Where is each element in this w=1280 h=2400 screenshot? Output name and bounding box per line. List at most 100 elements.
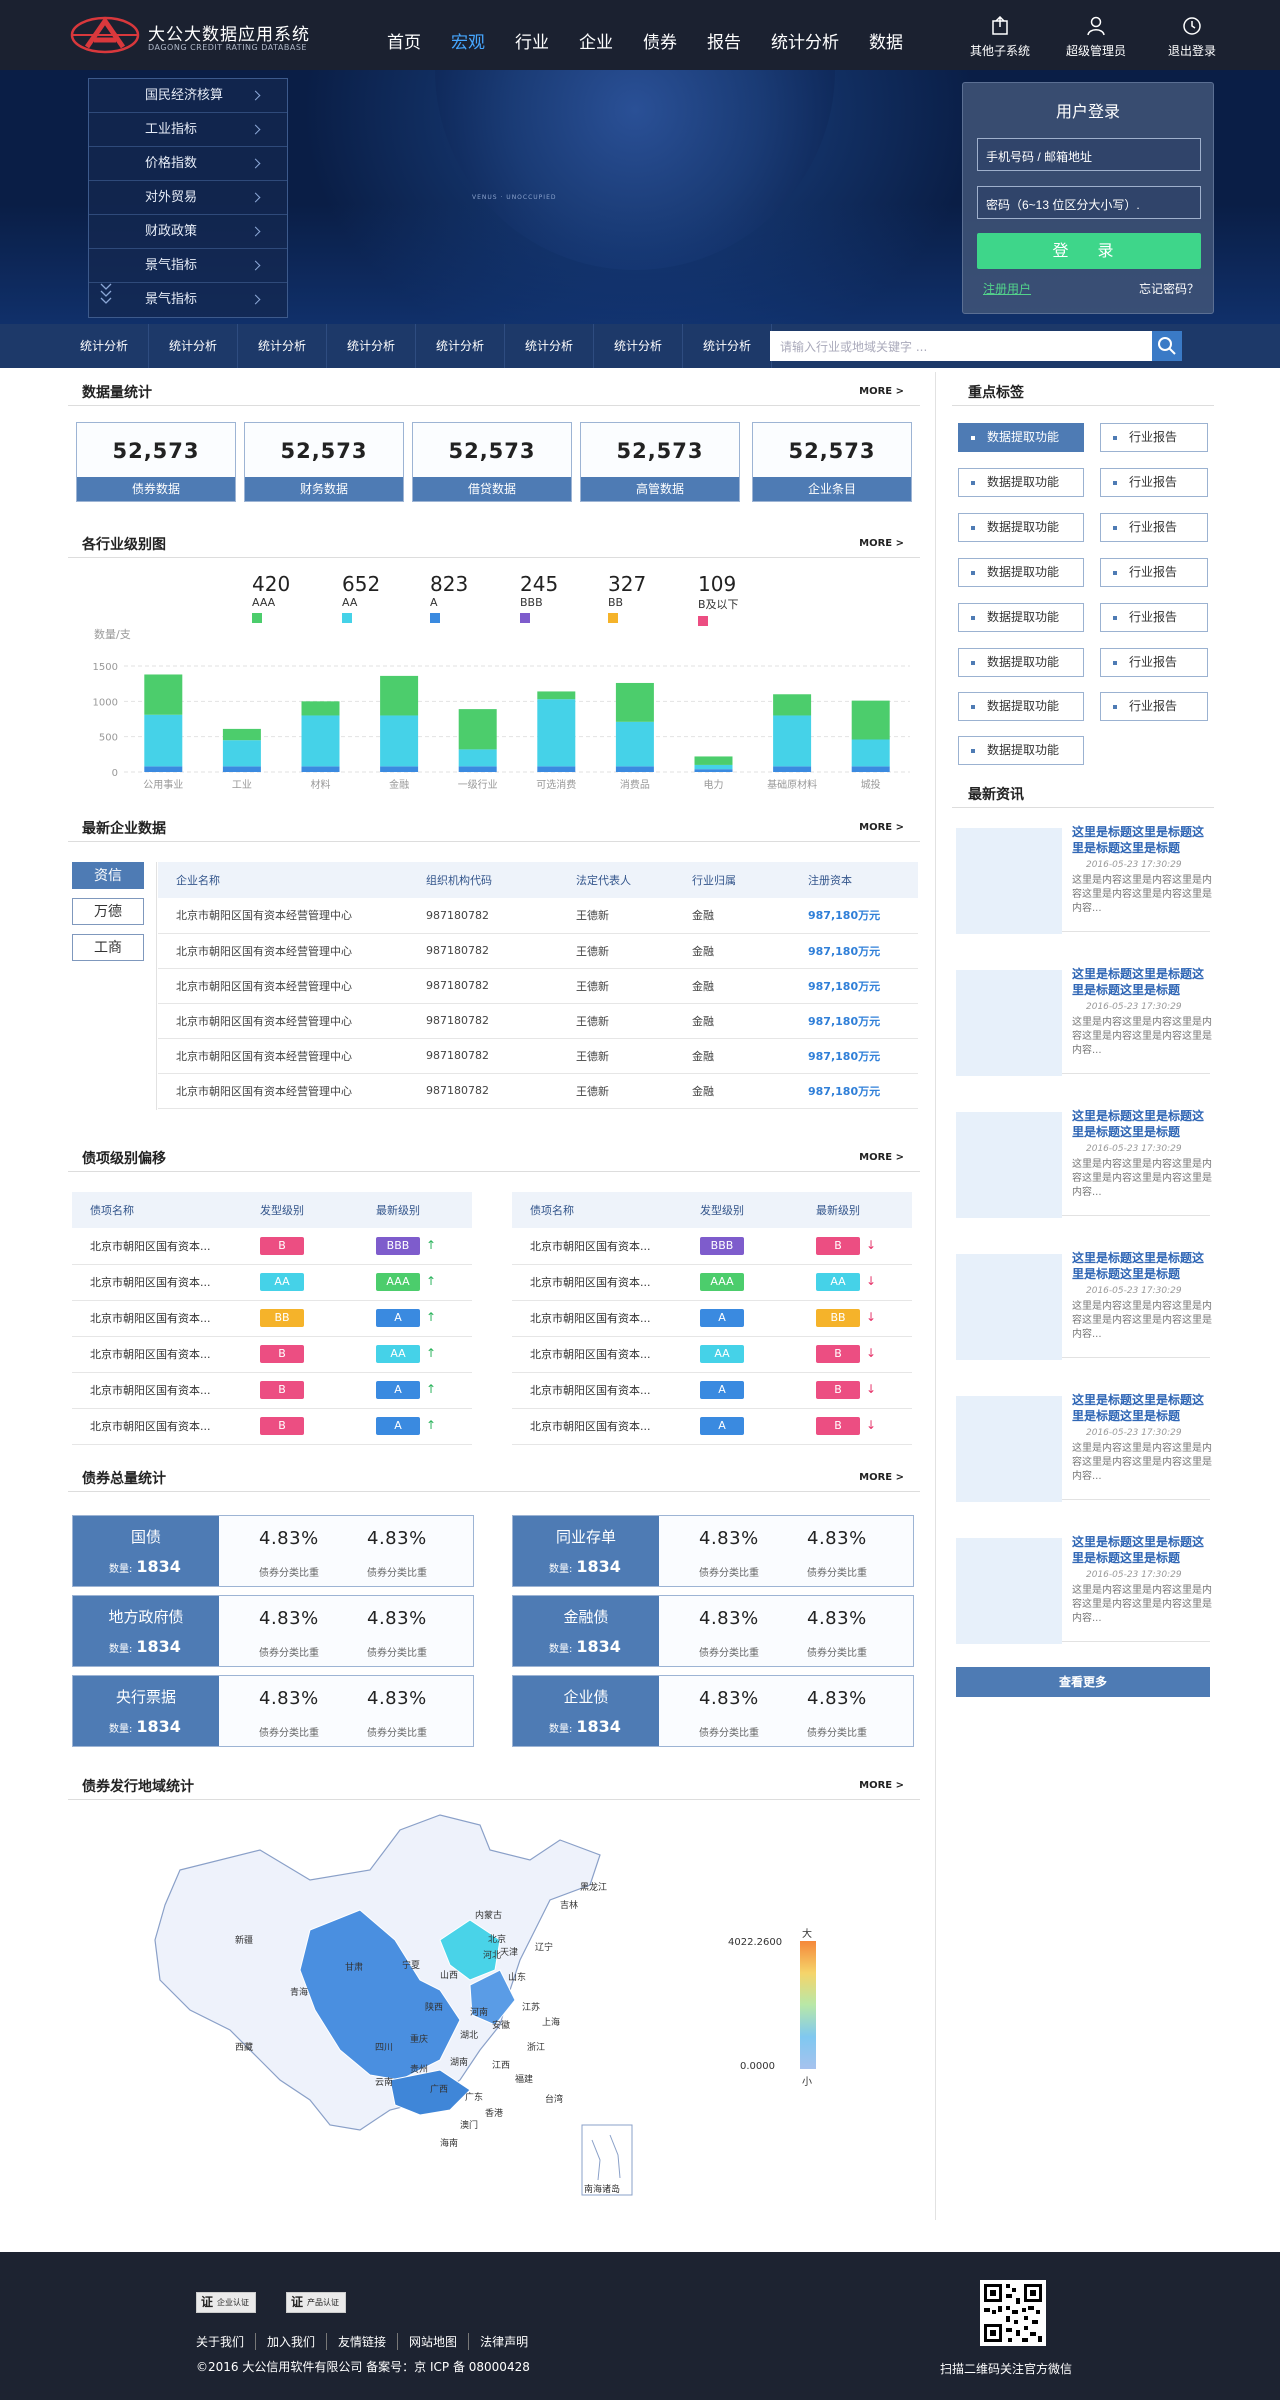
tag-industry-report[interactable]: 行业报告 [1100, 648, 1208, 677]
more-link[interactable]: MORE > [859, 1472, 904, 1483]
view-more-button[interactable]: 查看更多 [956, 1667, 1210, 1697]
tag-industry-report[interactable]: 行业报告 [1100, 468, 1208, 497]
tag-data-extract[interactable]: 数据提取功能 [958, 692, 1084, 721]
search-button[interactable] [1152, 331, 1182, 361]
subsystems-button[interactable]: 其他子系统 [952, 14, 1048, 59]
tag-data-extract[interactable]: 数据提取功能 [958, 603, 1084, 632]
table-row[interactable]: 北京市朝阳区国有资本... B A ↑ [72, 1408, 472, 1445]
table-row[interactable]: 北京市朝阳区国有资本... BBB B ↓ [512, 1228, 912, 1265]
bond-total-card[interactable]: 地方政府债 数量: 1834 4.83% 债券分类比重 4.83% 债券分类比重 [72, 1595, 474, 1667]
table-row[interactable]: 北京市朝阳区国有资本经营管理中心 987180782 王德新 金融 987,180万元 [158, 968, 918, 1004]
footer-link-legal[interactable]: 法律声明 [468, 2333, 539, 2350]
news-item[interactable]: 这里是标题这里是标题这里是标题这里是标题 2016-05-23 17:30:29… [956, 1106, 1212, 1218]
tab-credit[interactable]: 资信 [72, 862, 144, 889]
bond-total-card[interactable]: 企业债 数量: 1834 4.83% 债券分类比重 4.83% 债券分类比重 [512, 1675, 914, 1747]
menu-item-gdp[interactable]: 国民经济核算 [89, 79, 287, 113]
register-link[interactable]: 注册用户 [983, 280, 1031, 297]
tag-data-extract[interactable]: 数据提取功能 [958, 648, 1084, 677]
nav-company[interactable]: 企业 [564, 0, 628, 70]
login-button[interactable]: 登 录 [977, 233, 1201, 269]
more-link[interactable]: MORE > [859, 1152, 904, 1163]
nav-report[interactable]: 报告 [692, 0, 756, 70]
more-link[interactable]: MORE > [859, 386, 904, 397]
news-item[interactable]: 这里是标题这里是标题这里是标题这里是标题 2016-05-23 17:30:29… [956, 1390, 1212, 1502]
stat-card-bonds[interactable]: 52,573 债券数据 [76, 422, 236, 502]
stat-card-executives[interactable]: 52,573 高管数据 [580, 422, 740, 502]
admin-button[interactable]: 超级管理员 [1048, 14, 1144, 59]
tab-commerce[interactable]: 工商 [72, 934, 144, 961]
table-row[interactable]: 北京市朝阳区国有资本... A B ↓ [512, 1408, 912, 1445]
menu-item-trade[interactable]: 对外贸易 [89, 181, 287, 215]
news-item[interactable]: 这里是标题这里是标题这里是标题这里是标题 2016-05-23 17:30:29… [956, 1248, 1212, 1360]
scroll-down-icon[interactable] [100, 282, 112, 308]
nav-home[interactable]: 首页 [372, 0, 436, 70]
table-row[interactable]: 北京市朝阳区国有资本经营管理中心 987180782 王德新 金融 987,180万元 [158, 1073, 918, 1109]
subnav-item[interactable]: 统计分析 [238, 324, 327, 368]
bond-total-card[interactable]: 央行票据 数量: 1834 4.83% 债券分类比重 4.83% 债券分类比重 [72, 1675, 474, 1747]
more-link[interactable]: MORE > [859, 538, 904, 549]
tag-industry-report[interactable]: 行业报告 [1100, 513, 1208, 542]
tag-data-extract[interactable]: 数据提取功能 [958, 513, 1084, 542]
nav-data[interactable]: 数据 [854, 0, 918, 70]
nav-analysis[interactable]: 统计分析 [756, 0, 854, 70]
menu-item-sentiment[interactable]: 景气指标 [89, 249, 287, 283]
tag-data-extract[interactable]: 数据提取功能 [958, 736, 1084, 765]
tag-industry-report[interactable]: 行业报告 [1100, 692, 1208, 721]
footer-link-sitemap[interactable]: 网站地图 [397, 2333, 468, 2350]
table-row[interactable]: 北京市朝阳区国有资本经营管理中心 987180782 王德新 金融 987,180万元 [158, 1038, 918, 1074]
bond-total-card[interactable]: 金融债 数量: 1834 4.83% 债券分类比重 4.83% 债券分类比重 [512, 1595, 914, 1667]
news-item[interactable]: 这里是标题这里是标题这里是标题这里是标题 2016-05-23 17:30:29… [956, 822, 1212, 934]
footer-link-join[interactable]: 加入我们 [255, 2333, 326, 2350]
table-row[interactable]: 北京市朝阳区国有资本... AA AAA ↑ [72, 1264, 472, 1301]
stat-card-loans[interactable]: 52,573 借贷数据 [412, 422, 572, 502]
table-row[interactable]: 北京市朝阳区国有资本... AA B ↓ [512, 1336, 912, 1373]
more-link[interactable]: MORE > [859, 822, 904, 833]
tag-industry-report[interactable]: 行业报告 [1100, 423, 1208, 452]
news-item[interactable]: 这里是标题这里是标题这里是标题这里是标题 2016-05-23 17:30:29… [956, 1532, 1212, 1644]
menu-item-industrial[interactable]: 工业指标 [89, 113, 287, 147]
search-input[interactable]: 请输入行业或地域关键字 ... [770, 331, 1182, 361]
table-row[interactable]: 北京市朝阳区国有资本经营管理中心 987180782 王德新 金融 987,180万元 [158, 1003, 918, 1039]
forgot-password-link[interactable]: 忘记密码？ [1139, 280, 1199, 297]
subnav-item[interactable]: 统计分析 [416, 324, 505, 368]
tab-wind[interactable]: 万德 [72, 898, 144, 925]
table-row[interactable]: 北京市朝阳区国有资本... A BB ↓ [512, 1300, 912, 1337]
tag-data-extract[interactable]: 数据提取功能 [958, 423, 1084, 452]
china-region-map[interactable]: 黑龙江 吉林 辽宁 内蒙古 新疆 西藏 青海 甘肃 宁夏 山西 河北 北京 天津… [140, 1810, 680, 2210]
phone-email-field[interactable]: 手机号码 / 邮箱地址 [977, 138, 1201, 171]
nav-macro[interactable]: 宏观 [436, 0, 500, 70]
table-row[interactable]: 北京市朝阳区国有资本... B AA ↑ [72, 1336, 472, 1373]
logout-button[interactable]: 退出登录 [1144, 14, 1240, 59]
table-row[interactable]: 北京市朝阳区国有资本经营管理中心 987180782 王德新 金融 987,180万元 [158, 898, 918, 934]
news-item[interactable]: 这里是标题这里是标题这里是标题这里是标题 2016-05-23 17:30:29… [956, 964, 1212, 1076]
table-row[interactable]: 北京市朝阳区国有资本... B BBB ↑ [72, 1228, 472, 1265]
subnav-item[interactable]: 统计分析 [594, 324, 683, 368]
product-cert-badge[interactable]: 证产品认证 [286, 2292, 346, 2313]
table-row[interactable]: 北京市朝阳区国有资本经营管理中心 987180782 王德新 金融 987,180万元 [158, 933, 918, 969]
nav-bond[interactable]: 债券 [628, 0, 692, 70]
password-field[interactable]: 密码（6~13 位区分大小写）. [977, 186, 1201, 219]
bond-total-card[interactable]: 国债 数量: 1834 4.83% 债券分类比重 4.83% 债券分类比重 [72, 1515, 474, 1587]
nav-industry[interactable]: 行业 [500, 0, 564, 70]
stat-card-companies[interactable]: 52,573 企业条目 [752, 422, 912, 502]
subnav-item[interactable]: 统计分析 [149, 324, 238, 368]
footer-link-friends[interactable]: 友情链接 [326, 2333, 397, 2350]
bond-total-card[interactable]: 同业存单 数量: 1834 4.83% 债券分类比重 4.83% 债券分类比重 [512, 1515, 914, 1587]
tag-industry-report[interactable]: 行业报告 [1100, 603, 1208, 632]
table-row[interactable]: 北京市朝阳区国有资本... B A ↑ [72, 1372, 472, 1409]
footer-link-about[interactable]: 关于我们 [196, 2333, 255, 2350]
more-link[interactable]: MORE > [859, 1780, 904, 1791]
table-row[interactable]: 北京市朝阳区国有资本... AAA AA ↓ [512, 1264, 912, 1301]
legend-gradient-bar[interactable] [800, 1941, 816, 2069]
subnav-item[interactable]: 统计分析 [327, 324, 416, 368]
subnav-item[interactable]: 统计分析 [60, 324, 149, 368]
tag-industry-report[interactable]: 行业报告 [1100, 558, 1208, 587]
tag-data-extract[interactable]: 数据提取功能 [958, 468, 1084, 497]
subnav-item[interactable]: 统计分析 [683, 324, 772, 368]
stat-card-finance[interactable]: 52,573 财务数据 [244, 422, 404, 502]
dagong-logo-icon[interactable] [70, 16, 140, 54]
menu-item-fiscal[interactable]: 财政政策 [89, 215, 287, 249]
menu-item-price[interactable]: 价格指数 [89, 147, 287, 181]
tag-data-extract[interactable]: 数据提取功能 [958, 558, 1084, 587]
table-row[interactable]: 北京市朝阳区国有资本... A B ↓ [512, 1372, 912, 1409]
